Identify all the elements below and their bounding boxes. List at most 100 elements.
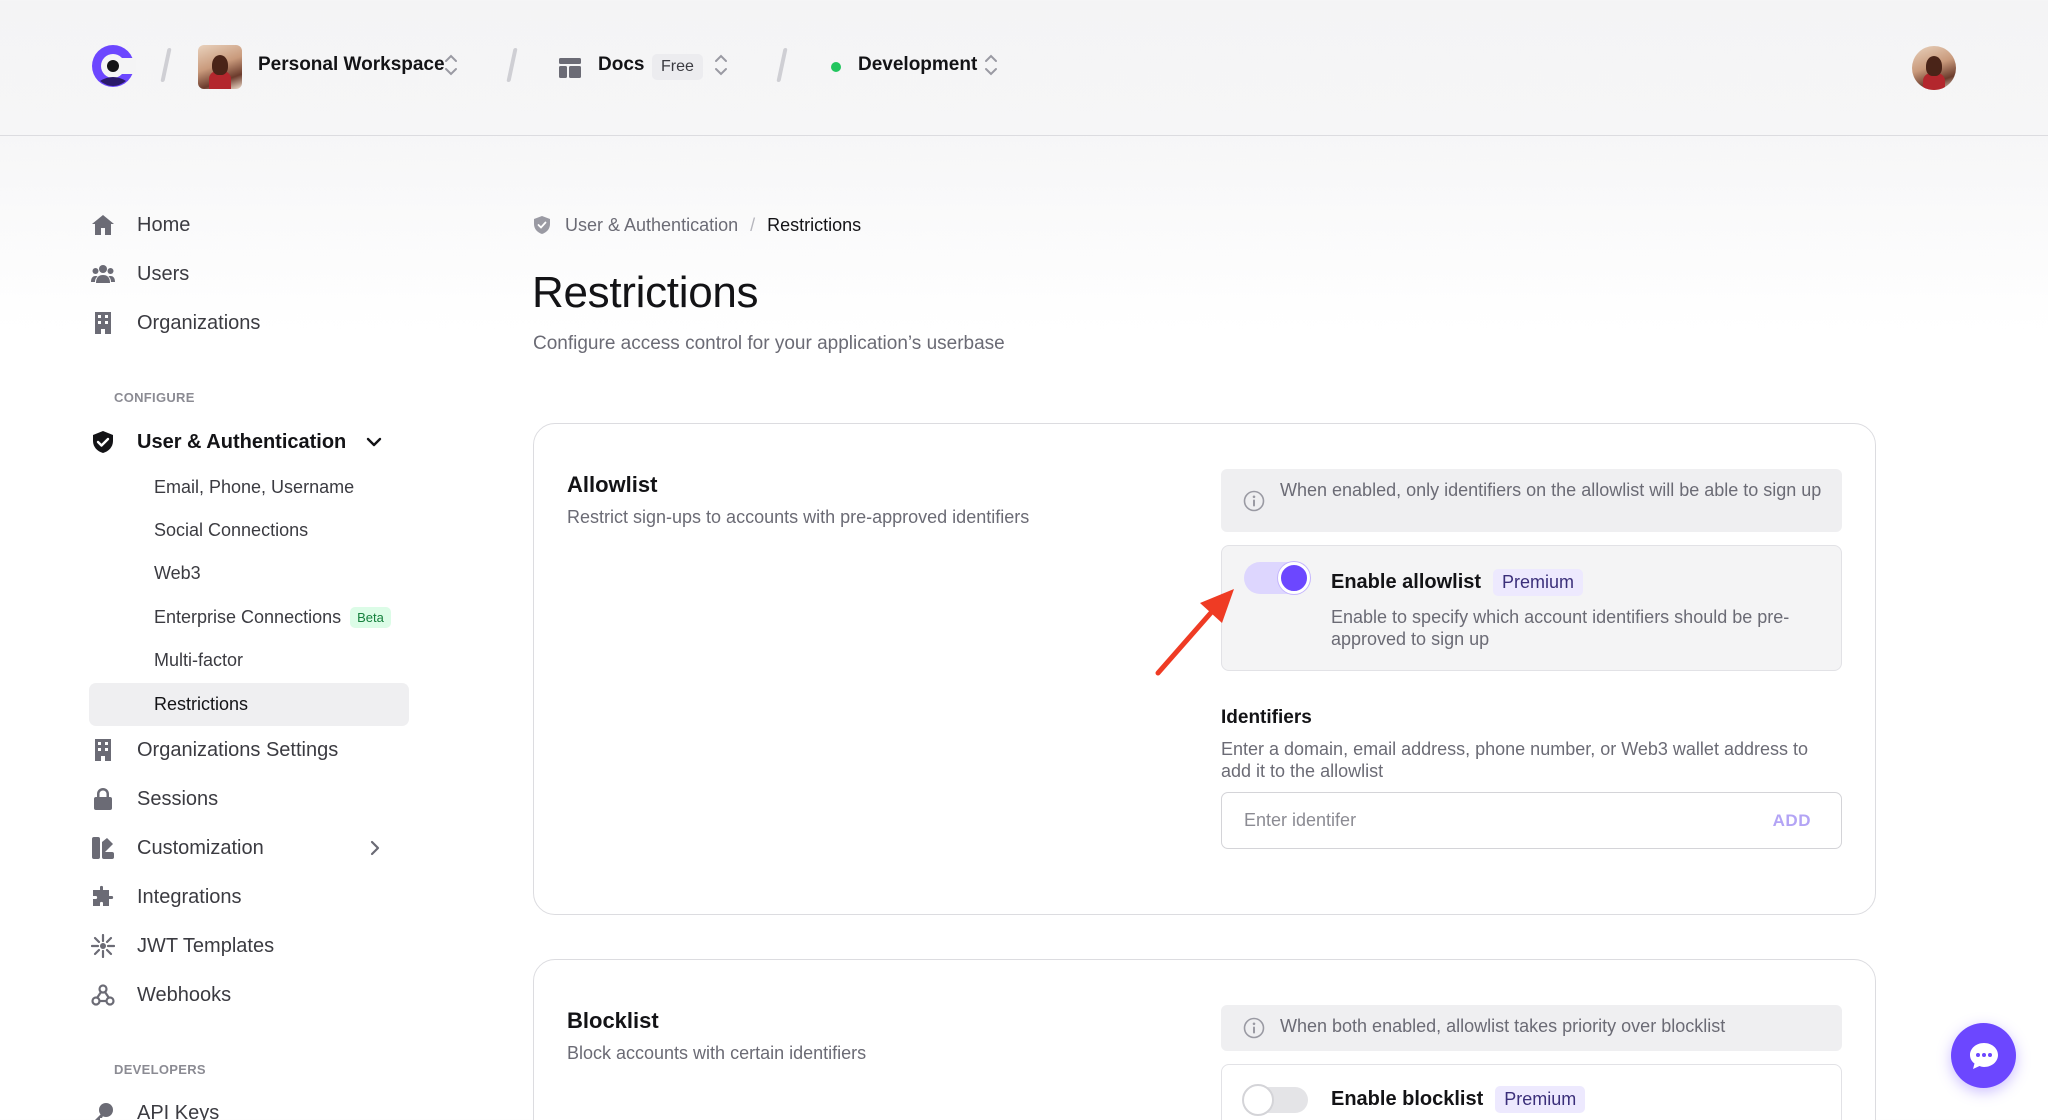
sidebar-item-organizations-settings[interactable]: Organizations Settings <box>89 730 338 770</box>
users-icon <box>89 260 117 288</box>
blocklist-description: Block accounts with certain identifiers <box>567 1043 867 1063</box>
environment-name[interactable]: Development <box>858 54 977 76</box>
beta-badge: Beta <box>350 606 391 628</box>
allowlist-toggle[interactable] <box>1244 562 1310 594</box>
sidebar-subitem-email-phone-username[interactable]: Email, Phone, Username <box>154 471 354 503</box>
enable-allowlist-label: Enable allowlist Premium <box>1331 569 1584 596</box>
sidebar-subitem-web3[interactable]: Web3 <box>154 557 201 589</box>
premium-badge: Premium <box>1493 569 1584 596</box>
shield-icon <box>89 428 117 456</box>
sidebar-subitem-restrictions[interactable]: Restrictions <box>89 683 409 726</box>
sidebar-item-organizations[interactable]: Organizations <box>89 303 260 343</box>
shield-icon <box>534 216 550 234</box>
sidebar-item-integrations[interactable]: Integrations <box>89 877 242 917</box>
key-icon <box>89 1099 117 1120</box>
breadcrumb-divider <box>776 48 788 82</box>
building-icon <box>89 736 117 764</box>
add-identifier-button[interactable]: ADD <box>1773 811 1811 831</box>
sidebar-subitem-social-connections[interactable]: Social Connections <box>154 514 308 546</box>
chat-bubble-icon <box>1969 1042 1998 1069</box>
chevron-right-icon[interactable] <box>369 840 381 856</box>
blocklist-card: Blocklist Block accounts with certain id… <box>533 959 1876 1120</box>
home-icon <box>89 211 117 239</box>
sidebar-item-home[interactable]: Home <box>89 205 190 245</box>
sidebar: Home Users Organizations CONFIGURE User … <box>0 136 470 1120</box>
plan-badge: Free <box>652 54 703 80</box>
toggle-knob <box>1278 562 1310 594</box>
sidebar-item-label: Users <box>137 262 190 285</box>
app-switcher-chevrons-icon[interactable] <box>714 52 728 78</box>
allowlist-description: Restrict sign-ups to accounts with pre-a… <box>567 507 1030 527</box>
clerk-logo-icon[interactable] <box>90 43 136 89</box>
app-layout-icon <box>559 58 581 78</box>
sidebar-item-sessions[interactable]: Sessions <box>89 779 218 819</box>
sidebar-item-api-keys[interactable]: API Keys <box>89 1093 219 1120</box>
puzzle-icon <box>89 883 117 911</box>
sidebar-item-webhooks[interactable]: Webhooks <box>89 975 231 1015</box>
enable-blocklist-box: Enable blocklist Premium <box>1221 1064 1842 1120</box>
top-bar: Personal Workspace Docs Free Development <box>0 0 2048 136</box>
identifiers-description: Enter a domain, email address, phone num… <box>1221 739 1808 781</box>
sidebar-item-label: Organizations Settings <box>137 738 339 761</box>
sidebar-item-label: API Keys <box>137 1101 220 1120</box>
breadcrumb: User & Authentication / Restrictions <box>533 212 861 238</box>
sidebar-item-label: Sessions <box>137 787 219 810</box>
enable-allowlist-box: Enable allowlist Premium Enable to speci… <box>1221 545 1842 671</box>
info-icon <box>1243 1017 1265 1039</box>
breadcrumb-divider <box>506 48 518 82</box>
sparkle-icon <box>89 932 117 960</box>
breadcrumb-current: Restrictions <box>767 214 862 235</box>
brush-icon <box>89 834 117 862</box>
workspace-switcher-chevrons-icon[interactable] <box>444 52 458 78</box>
info-icon <box>1243 490 1265 512</box>
support-chat-button[interactable] <box>1951 1023 2016 1088</box>
sidebar-item-customization[interactable]: Customization <box>89 828 389 868</box>
sidebar-item-label: Integrations <box>137 885 242 908</box>
webhook-icon <box>89 981 117 1009</box>
blocklist-title: Blocklist <box>567 1008 659 1033</box>
sidebar-subitem-enterprise-connections[interactable]: Enterprise Connections Beta <box>154 601 391 633</box>
workspace-name[interactable]: Personal Workspace <box>258 54 445 76</box>
identifier-input-group: ADD <box>1221 792 1842 849</box>
chevron-down-icon[interactable] <box>366 435 382 449</box>
sidebar-section-developers: DEVELOPERS <box>114 1062 206 1077</box>
building-icon <box>89 309 117 337</box>
sidebar-section-configure: CONFIGURE <box>114 390 195 405</box>
page-title: Restrictions <box>532 268 759 317</box>
breadcrumb-divider <box>160 48 172 82</box>
page-subtitle: Configure access control for your applic… <box>533 333 1005 354</box>
sidebar-subitem-multi-factor[interactable]: Multi-factor <box>154 644 243 676</box>
sidebar-item-user-authentication[interactable]: User & Authentication <box>89 422 389 462</box>
breadcrumb-separator: / <box>750 214 756 235</box>
blocklist-info-text: When both enabled, allowlist takes prior… <box>1280 1016 1726 1036</box>
annotation-arrow-icon <box>1155 589 1234 676</box>
enable-blocklist-text: Enable blocklist <box>1331 1088 1484 1110</box>
app-name[interactable]: Docs <box>598 54 644 76</box>
sidebar-item-label: JWT Templates <box>137 934 275 957</box>
blocklist-toggle[interactable] <box>1242 1084 1308 1116</box>
environment-status-dot <box>831 62 841 72</box>
allowlist-info-text: When enabled, only identifiers on the al… <box>1280 480 1822 500</box>
enable-allowlist-text: Enable allowlist <box>1331 571 1482 593</box>
sidebar-item-label: User & Authentication <box>137 430 347 453</box>
allowlist-info-box: When enabled, only identifiers on the al… <box>1221 469 1842 532</box>
breadcrumb-parent-link[interactable]: User & Authentication <box>565 215 738 236</box>
workspace-avatar[interactable] <box>198 45 242 89</box>
sidebar-item-users[interactable]: Users <box>89 254 189 294</box>
sidebar-subitem-label: Enterprise Connections <box>154 606 342 627</box>
sidebar-item-label: Organizations <box>137 311 261 334</box>
blocklist-info-box: When both enabled, allowlist takes prior… <box>1221 1005 1842 1051</box>
enable-allowlist-description: Enable to specify which account identifi… <box>1331 607 1790 649</box>
sidebar-item-jwt-templates[interactable]: JWT Templates <box>89 926 274 966</box>
lock-icon <box>89 785 117 813</box>
user-avatar[interactable] <box>1912 46 1956 90</box>
premium-badge: Premium <box>1495 1086 1586 1113</box>
environment-switcher-chevrons-icon[interactable] <box>984 52 998 78</box>
identifier-input[interactable] <box>1222 793 1773 848</box>
sidebar-item-label: Webhooks <box>137 983 232 1006</box>
sidebar-item-label: Home <box>137 213 191 236</box>
toggle-knob <box>1242 1084 1274 1116</box>
enable-blocklist-label: Enable blocklist Premium <box>1331 1086 1586 1113</box>
identifiers-title: Identifiers <box>1221 707 1312 728</box>
sidebar-item-label: Customization <box>137 836 264 859</box>
